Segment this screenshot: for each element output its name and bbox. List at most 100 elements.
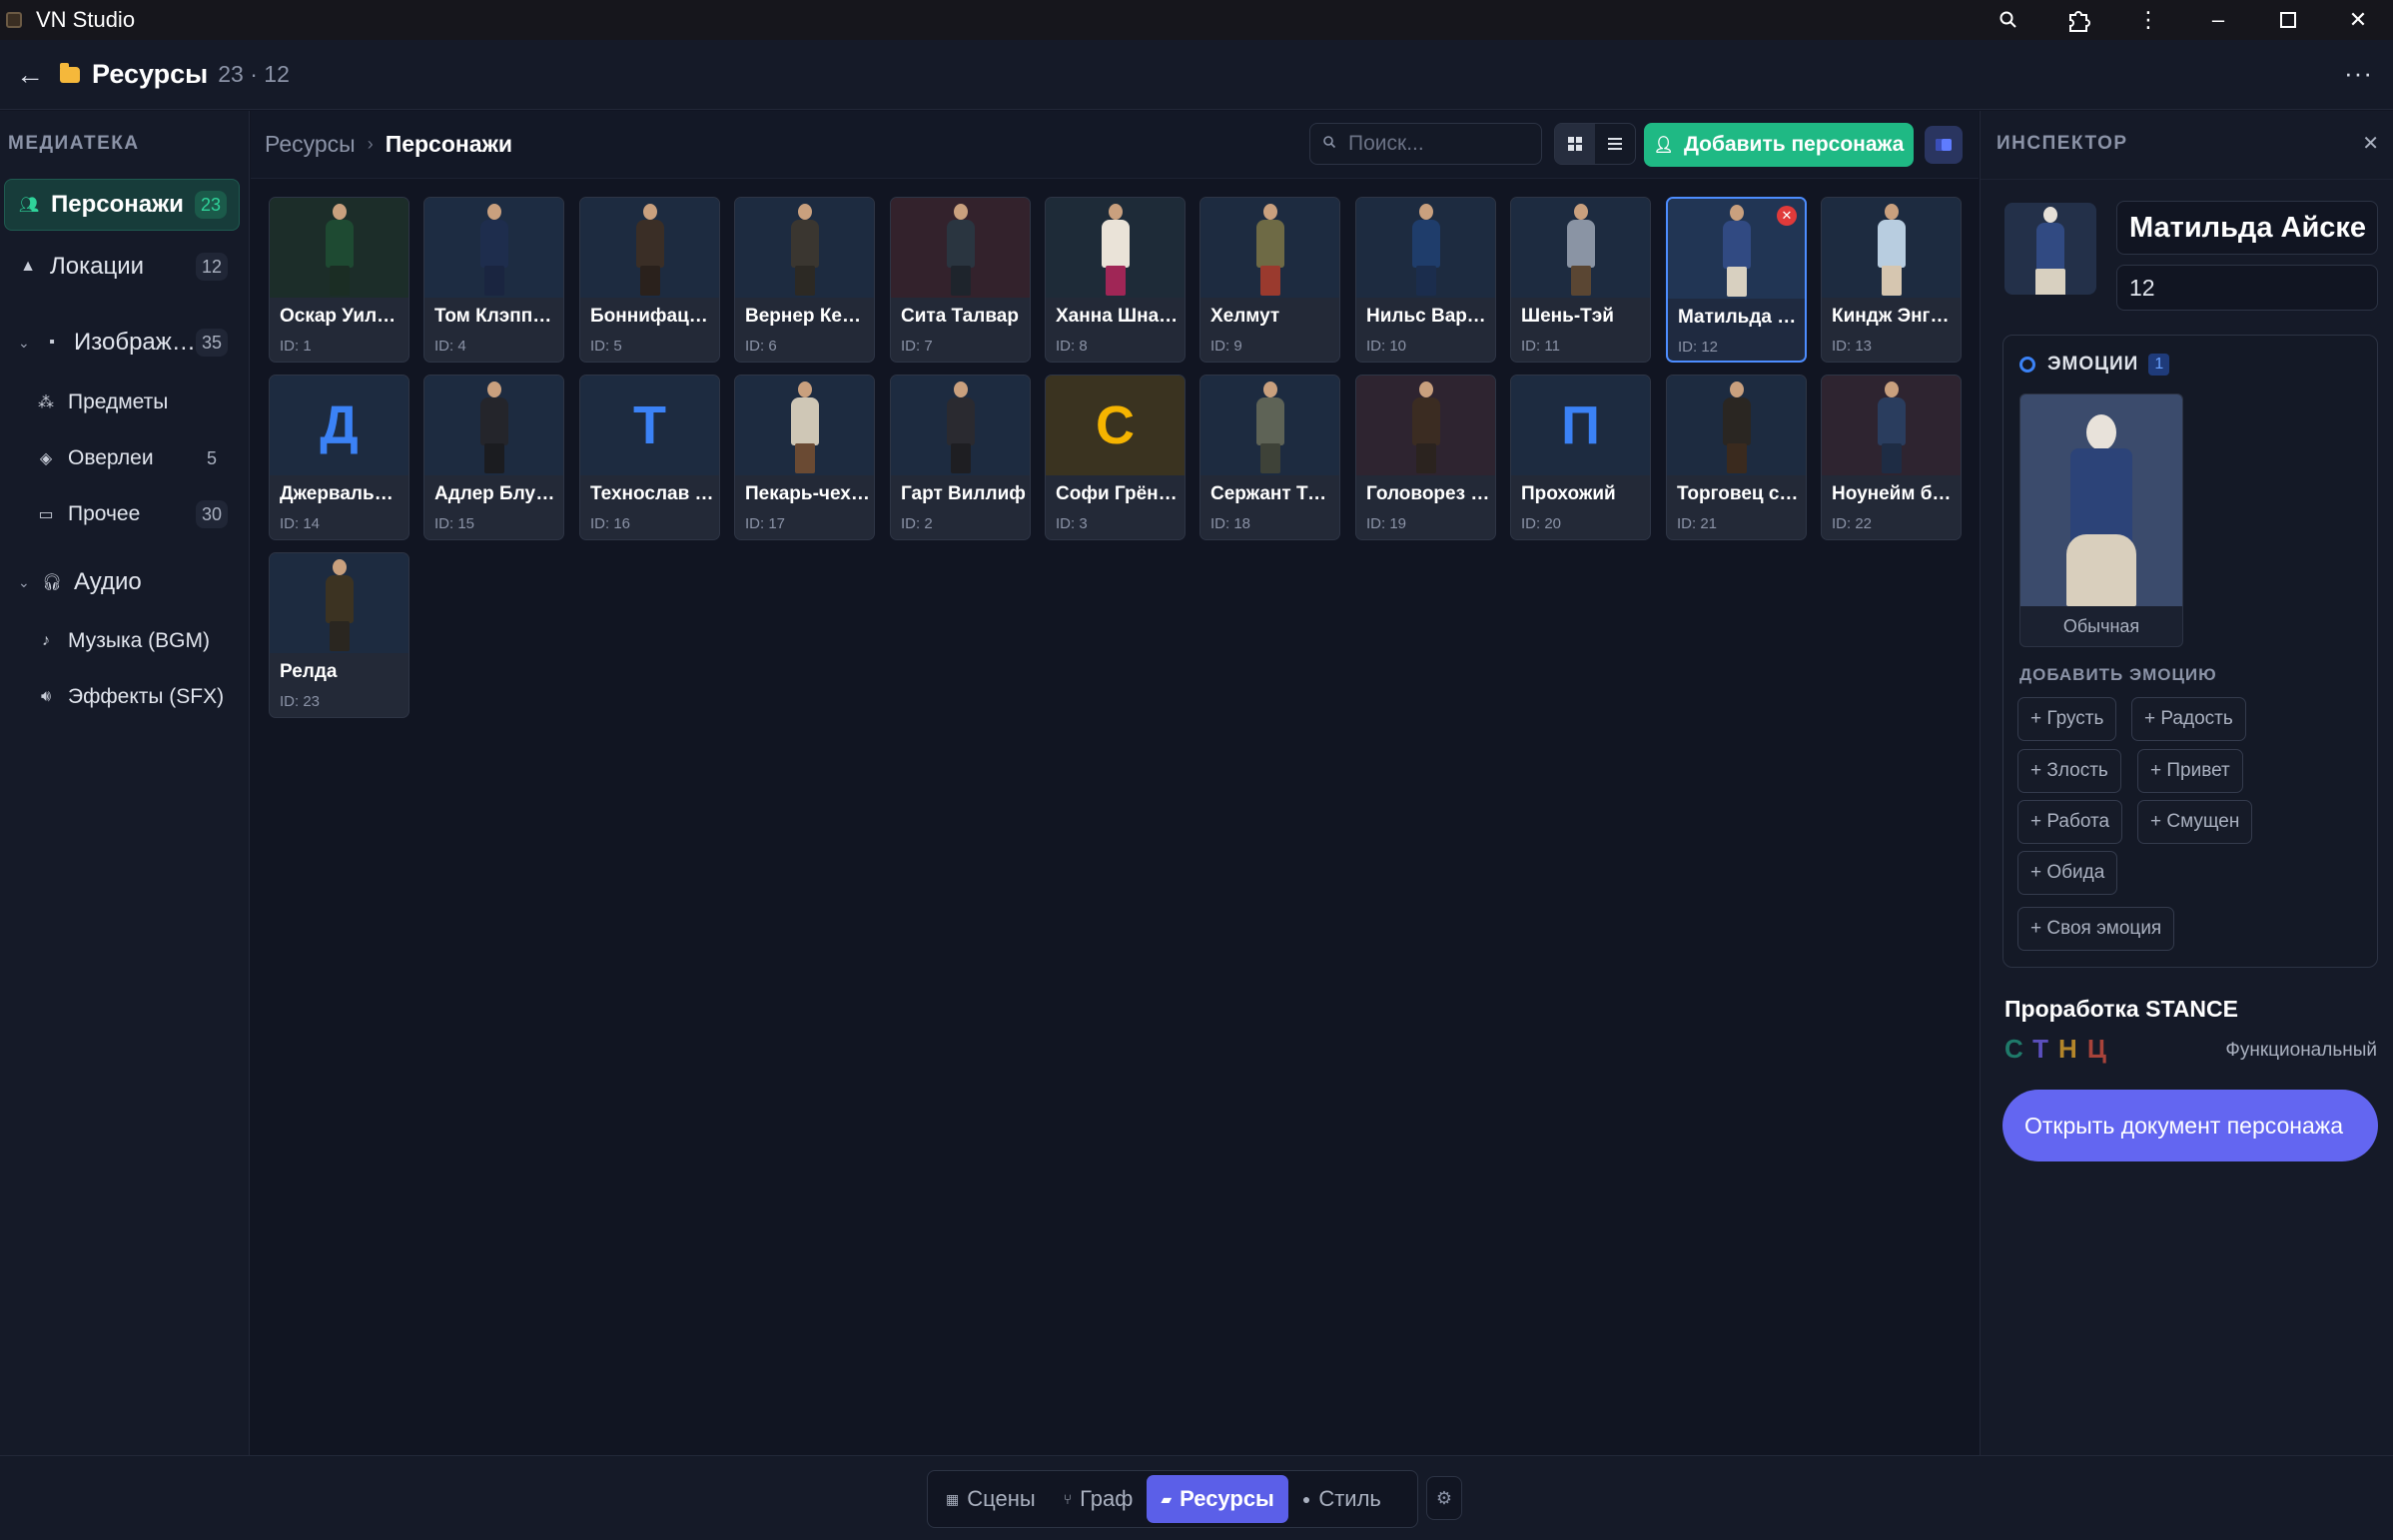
maximize-button[interactable] <box>2253 0 2323 40</box>
character-thumbnail <box>1200 376 1339 475</box>
bottom-navigation: ▦ Сцены ⑂ Граф ▰ Ресурсы ● Стиль ⚙ <box>0 1455 2393 1540</box>
character-card[interactable]: Матильда … ID: 12 ✕ <box>1666 197 1807 363</box>
character-card[interactable]: Шень-Тэй ID: 11 <box>1510 197 1651 363</box>
character-card[interactable]: Ноунейм б… ID: 22 <box>1821 375 1962 540</box>
character-card[interactable]: Хелмут ID: 9 <box>1199 197 1340 363</box>
character-id-field[interactable] <box>2116 265 2378 311</box>
character-card[interactable]: Головорез … ID: 19 <box>1355 375 1496 540</box>
character-id: ID: 16 <box>590 515 631 532</box>
settings-icon[interactable]: ⚙ <box>1426 1476 1462 1520</box>
character-card[interactable]: Сержант Та… ID: 18 <box>1199 375 1340 540</box>
sidebar-item-label: Оверлеи <box>68 446 154 469</box>
open-character-document-button[interactable]: Открыть документ персонажа <box>2002 1090 2378 1161</box>
search-input[interactable] <box>1348 132 1528 156</box>
close-icon[interactable]: ✕ <box>2362 131 2379 156</box>
character-card[interactable]: Боннифаци… ID: 5 <box>579 197 720 363</box>
emotions-label: ЭМОЦИИ <box>2047 354 2139 375</box>
sidebar-item-overlays[interactable]: ◈ Оверлеи 5 <box>4 432 240 484</box>
minimize-button[interactable]: – <box>2183 0 2253 40</box>
sidebar-heading: МЕДИАТЕКА <box>8 133 140 154</box>
library-sidebar: МЕДИАТЕКА 👥︎ Персонажи 23 ▲ Локации 12 ⌄… <box>0 111 250 1455</box>
emotions-section: ЭМОЦИИ 1 Обычная ДОБАВИТЬ ЭМОЦИЮ + Груст… <box>2002 335 2378 968</box>
character-card[interactable]: Пекарь-чех… ID: 17 <box>734 375 875 540</box>
more-horizontal-icon[interactable]: ··· <box>2344 58 2373 89</box>
delete-character-icon[interactable]: ✕ <box>1777 206 1797 226</box>
add-emotion-chip[interactable]: + Злость <box>2017 749 2121 793</box>
sidebar-item-count: 35 <box>195 329 228 357</box>
add-emotion-chip[interactable]: + Смущен <box>2137 800 2253 844</box>
character-thumbnail <box>735 198 874 298</box>
chevron-down-icon[interactable]: ⌄ <box>18 335 30 352</box>
character-card[interactable]: Торговец с… ID: 21 <box>1666 375 1807 540</box>
add-emotion-chip[interactable]: + Работа <box>2017 800 2123 844</box>
sidebar-item-items[interactable]: ⁂ Предметы <box>4 377 240 428</box>
character-card[interactable]: Том Клэпп… ID: 4 <box>423 197 564 363</box>
character-card[interactable]: Киндж Энг… ID: 13 <box>1821 197 1962 363</box>
character-card[interactable]: Т Технослав … ID: 16 <box>579 375 720 540</box>
emotion-card-default[interactable]: Обычная <box>2019 393 2183 647</box>
character-card[interactable]: Адлер Блут… ID: 15 <box>423 375 564 540</box>
character-avatar[interactable] <box>2004 203 2096 295</box>
emotion-portrait <box>2020 394 2182 606</box>
character-card[interactable]: С Софи Грён… ID: 3 <box>1045 375 1186 540</box>
character-card[interactable]: Оскар Уилл… ID: 1 <box>269 197 409 363</box>
add-emotion-chip[interactable]: + Радость <box>2131 697 2246 741</box>
tab-style[interactable]: ● Стиль <box>1288 1475 1395 1523</box>
character-card[interactable]: Релда ID: 23 <box>269 552 409 718</box>
character-id: ID: 8 <box>1056 338 1088 355</box>
add-character-label: Добавить персонажа <box>1683 133 1905 156</box>
tab-graph[interactable]: ⑂ Граф <box>1050 1475 1148 1523</box>
breadcrumb-root[interactable]: Ресурсы <box>265 131 356 158</box>
add-character-button[interactable]: 👤︎ Добавить персонажа <box>1644 123 1914 167</box>
sidebar-item-locations[interactable]: ▲ Локации 12 <box>4 241 240 293</box>
character-card[interactable]: П Прохожий ID: 20 <box>1510 375 1651 540</box>
character-card[interactable]: Д Джервальд… ID: 14 <box>269 375 409 540</box>
view-toggle <box>1554 123 1636 165</box>
graph-icon: ⑂ <box>1063 1491 1073 1507</box>
character-card[interactable]: Нильс Варт… ID: 10 <box>1355 197 1496 363</box>
character-card[interactable]: Сита Талвар ID: 7 <box>890 197 1031 363</box>
search-box[interactable] <box>1309 123 1542 165</box>
character-sprite <box>941 202 981 298</box>
character-sprite <box>785 202 825 298</box>
tab-resources[interactable]: ▰ Ресурсы <box>1147 1475 1288 1523</box>
search-icon <box>1322 135 1336 154</box>
character-sprite <box>1250 380 1290 475</box>
close-window-button[interactable]: ✕ <box>2323 0 2393 40</box>
character-thumbnail <box>1200 198 1339 298</box>
sidebar-item-other[interactable]: ▭ Прочее 30 <box>4 488 240 540</box>
tab-label: Ресурсы <box>1180 1486 1274 1511</box>
sidebar-item-count: 23 <box>194 191 227 219</box>
sidebar-item-characters[interactable]: 👥︎ Персонажи 23 <box>4 179 240 231</box>
character-name-field[interactable] <box>2116 201 2378 255</box>
add-custom-emotion-chip[interactable]: + Своя эмоция <box>2017 907 2175 951</box>
sidebar-item-images[interactable]: ⌄ ▪ Изображ… 35 <box>4 317 240 369</box>
grid-view-icon[interactable] <box>1555 124 1595 164</box>
add-emotion-chip[interactable]: + Обида <box>2017 851 2118 895</box>
character-card[interactable]: Гарт Виллиф ID: 2 <box>890 375 1031 540</box>
character-sprite <box>474 380 514 475</box>
tab-scenes[interactable]: ▦ Сцены <box>932 1475 1050 1523</box>
add-emotion-chip[interactable]: + Привет <box>2137 749 2243 793</box>
character-card[interactable]: Вернер Кер… ID: 6 <box>734 197 875 363</box>
character-id: ID: 1 <box>280 338 312 355</box>
list-view-icon[interactable] <box>1595 124 1635 164</box>
back-arrow-icon[interactable]: ← <box>16 59 48 91</box>
extensions-icon[interactable] <box>2043 0 2113 40</box>
sidebar-item-music[interactable]: ♪ Музыка (BGM) <box>4 615 240 667</box>
sidebar-item-sfx[interactable]: 🔊︎ Эффекты (SFX) <box>4 671 240 723</box>
zoom-icon[interactable] <box>1974 0 2043 40</box>
character-name: Киндж Энг… <box>1832 306 1950 327</box>
character-name: Релда <box>280 661 338 682</box>
character-id: ID: 12 <box>1678 339 1719 356</box>
window-titlebar: VN Studio ⋮ – ✕ <box>0 0 2393 40</box>
chevron-down-icon[interactable]: ⌄ <box>18 574 30 591</box>
character-card[interactable]: Ханна Шна… ID: 8 <box>1045 197 1186 363</box>
image-icon: ▪ <box>49 334 55 351</box>
sidebar-item-audio[interactable]: ⌄ 🎧︎ Аудио <box>4 556 240 608</box>
character-name: Софи Грён… <box>1056 483 1178 504</box>
more-vertical-icon[interactable]: ⋮ <box>2113 0 2183 40</box>
toggle-inspector-icon[interactable] <box>1925 126 1963 164</box>
character-name: Оскар Уилл… <box>280 306 404 327</box>
add-emotion-chip[interactable]: + Грусть <box>2017 697 2117 741</box>
